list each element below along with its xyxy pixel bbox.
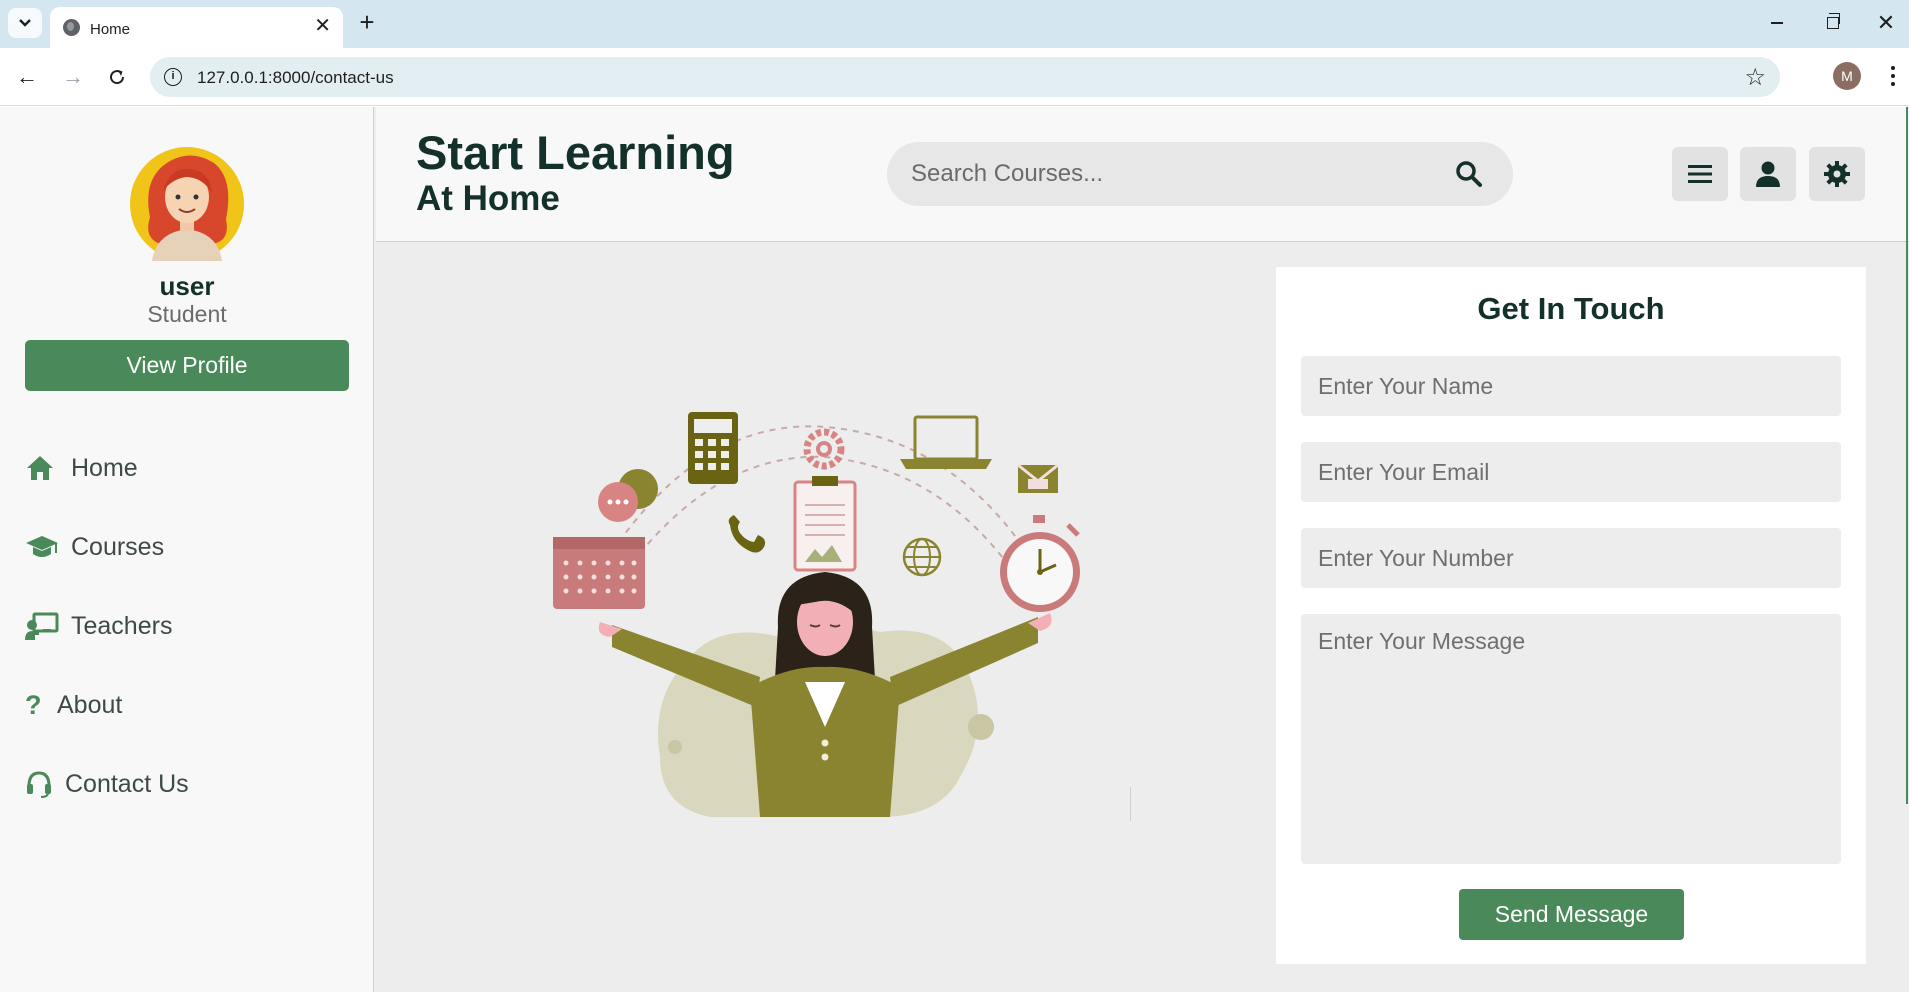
sidebar-item-contact-us[interactable]: Contact Us xyxy=(25,764,189,804)
graduation-cap-icon xyxy=(25,534,63,560)
sidebar-item-about[interactable]: ? About xyxy=(25,685,122,725)
site-info-icon[interactable]: i xyxy=(164,68,182,86)
calendar-icon xyxy=(553,537,645,609)
sidebar: user Student View Profile Home Courses T… xyxy=(0,107,374,992)
sidebar-item-label: About xyxy=(57,690,123,719)
divider xyxy=(1130,787,1131,821)
globe-illustration-icon xyxy=(902,537,942,577)
user-role: Student xyxy=(147,301,227,327)
url-text[interactable]: 127.0.0.1:8000/contact-us xyxy=(197,68,394,88)
page: user Student View Profile Home Courses T… xyxy=(0,107,1909,992)
clipboard-icon xyxy=(793,476,857,572)
user-name: user xyxy=(159,271,215,301)
forward-button[interactable]: → xyxy=(57,61,89,93)
chat-icon xyxy=(598,469,658,522)
hamburger-icon xyxy=(1688,165,1712,183)
menu-button[interactable] xyxy=(1672,147,1728,201)
settings-button[interactable] xyxy=(1809,147,1865,201)
send-message-button[interactable]: Send Message xyxy=(1459,889,1684,940)
sidebar-item-label: Home xyxy=(71,453,138,482)
headset-icon xyxy=(25,770,57,798)
back-button[interactable]: ← xyxy=(11,61,43,93)
search-bar xyxy=(887,142,1513,206)
restore-icon xyxy=(1827,13,1840,29)
minimize-button[interactable] xyxy=(1754,8,1800,38)
phone-icon xyxy=(728,515,766,553)
tab-title: Home xyxy=(90,21,131,38)
sidebar-item-label: Courses xyxy=(71,532,165,561)
close-window-button[interactable]: ✕ xyxy=(1863,8,1909,38)
brand-title: Start Learning xyxy=(416,126,735,179)
page-header: Start Learning At Home xyxy=(376,107,1909,242)
sidebar-item-label: Contact Us xyxy=(65,769,189,798)
sidebar-item-courses[interactable]: Courses xyxy=(25,527,164,567)
chalkboard-teacher-icon xyxy=(25,612,63,640)
message-field[interactable] xyxy=(1301,614,1841,864)
gear-illustration-icon xyxy=(803,428,845,470)
calculator-icon xyxy=(688,412,738,484)
user-avatar xyxy=(130,147,244,261)
view-profile-button[interactable]: View Profile xyxy=(25,340,349,391)
chevron-down-icon xyxy=(19,19,31,27)
sidebar-item-teachers[interactable]: Teachers xyxy=(25,606,172,646)
user-icon xyxy=(1756,161,1780,187)
bookmark-star-icon[interactable]: ☆ xyxy=(1744,63,1766,92)
close-tab-icon[interactable]: ✕ xyxy=(314,16,331,36)
search-input[interactable] xyxy=(911,142,1431,206)
contact-form: Get In Touch Send Message xyxy=(1276,267,1866,964)
gear-icon xyxy=(1824,161,1850,187)
browser-tabstrip: Home ✕ + ✕ xyxy=(0,0,1909,48)
browser-profile-avatar[interactable]: M xyxy=(1833,62,1861,90)
reload-icon xyxy=(110,70,125,85)
name-field[interactable] xyxy=(1301,356,1841,416)
brand-subtitle: At Home xyxy=(416,179,560,218)
home-icon xyxy=(25,454,63,482)
reload-button[interactable] xyxy=(101,61,133,93)
contact-title: Get In Touch xyxy=(1477,291,1665,326)
restore-button[interactable] xyxy=(1810,8,1856,38)
contact-illustration xyxy=(553,412,1080,817)
address-bar[interactable]: i 127.0.0.1:8000/contact-us ☆ xyxy=(150,57,1780,97)
browser-tab[interactable]: Home ✕ xyxy=(50,7,343,48)
browser-toolbar: ← → i 127.0.0.1:8000/contact-us ☆ M xyxy=(0,48,1909,106)
minimize-icon xyxy=(1771,22,1783,24)
user-button[interactable] xyxy=(1740,147,1796,201)
globe-icon xyxy=(63,19,80,36)
new-tab-button[interactable]: + xyxy=(352,8,382,36)
email-field[interactable] xyxy=(1301,442,1841,502)
sidebar-item-home[interactable]: Home xyxy=(25,448,138,488)
sidebar-item-label: Teachers xyxy=(71,611,173,640)
tab-search-button[interactable] xyxy=(8,8,42,38)
number-field[interactable] xyxy=(1301,528,1841,588)
browser-menu-icon[interactable] xyxy=(1883,61,1903,91)
stopwatch-icon xyxy=(1000,515,1080,612)
envelope-icon xyxy=(1017,463,1059,493)
laptop-icon xyxy=(900,415,992,469)
accent-edge xyxy=(1906,107,1908,804)
question-icon: ? xyxy=(25,689,42,720)
search-icon[interactable] xyxy=(1455,160,1483,188)
